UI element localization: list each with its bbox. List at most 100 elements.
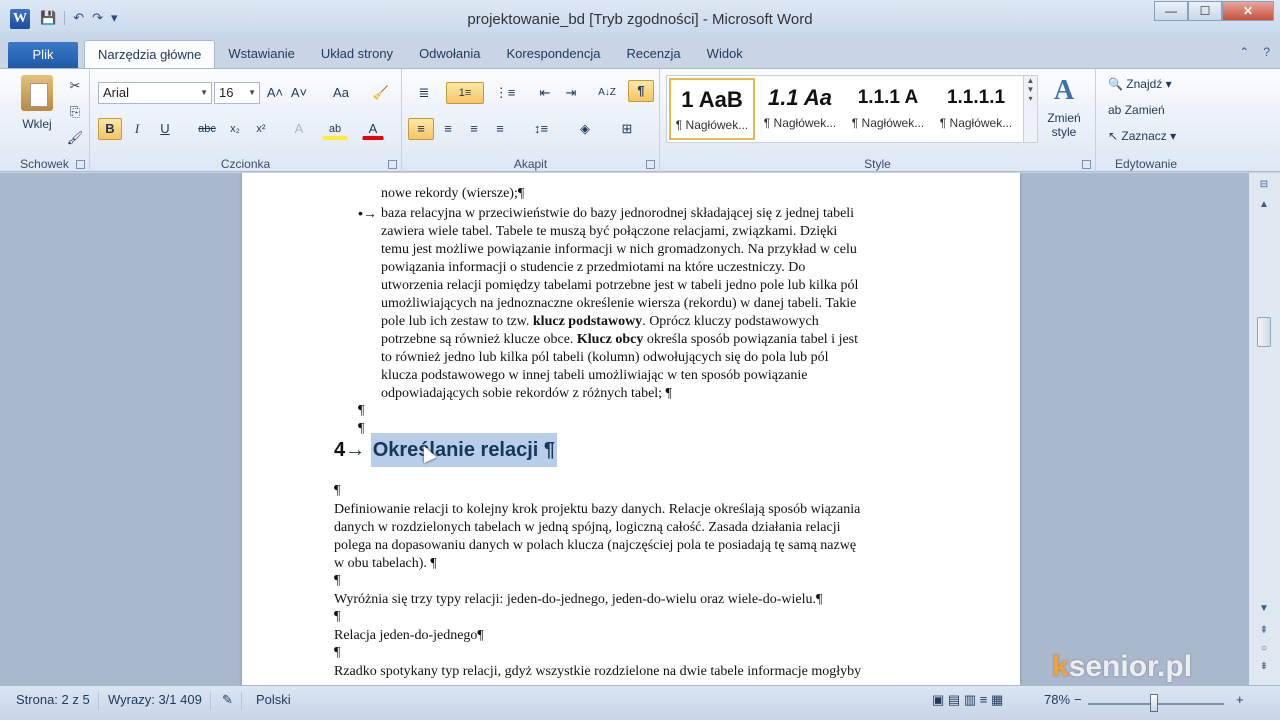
style-heading-1[interactable]: 1 AaB ¶ Nagłówek...	[669, 78, 755, 140]
justify-button[interactable]: ≡	[488, 118, 512, 140]
line-spacing-button[interactable]: ↕≡	[526, 118, 556, 140]
text-run: pole lub ich zestaw to tzw.	[381, 314, 530, 329]
font-size-combo[interactable]: 16 ▼	[214, 82, 260, 104]
replace-button[interactable]: ab Zamień	[1108, 103, 1165, 117]
window-controls: — ☐ ✕	[1154, 1, 1274, 21]
proofing-icon[interactable]: ✎	[214, 692, 242, 710]
minimize-ribbon-icon[interactable]: ⌃	[1239, 45, 1249, 59]
vertical-scrollbar[interactable]: ⊟ ▲ ▼ ⇞ ○ ⇟	[1248, 173, 1280, 685]
align-left-button[interactable]: ≡	[408, 118, 434, 140]
paragraph-launcher-icon[interactable]	[646, 160, 655, 169]
styles-group-label: Style	[864, 157, 891, 171]
browse-object-icon[interactable]: ○	[1257, 643, 1271, 655]
styles-gallery-scroll[interactable]: ▲ ▼ ▾	[1023, 76, 1037, 142]
style-heading-2[interactable]: 1.1 Aa ¶ Nagłówek...	[757, 78, 843, 140]
shrink-font-button[interactable]: A˅	[288, 82, 310, 104]
scroll-up-icon[interactable]: ▲	[1257, 199, 1271, 211]
pilcrow: ¶	[334, 573, 341, 588]
font-size-value: 16	[219, 85, 234, 100]
shading-button[interactable]: ◈	[570, 118, 600, 140]
doc-line: danych w rozdzielonych tabelach w jedną …	[334, 520, 841, 535]
doc-line: umożliwiających na jednoznaczne określen…	[381, 296, 857, 311]
clear-formatting-icon[interactable]: 🧹	[370, 82, 392, 104]
grow-font-button[interactable]: A˄	[264, 82, 286, 104]
numbering-button[interactable]: 1≡	[446, 82, 484, 104]
find-label: Znajdź	[1126, 77, 1163, 91]
scrollbar-thumb[interactable]	[1257, 317, 1271, 347]
help-icon[interactable]: ?	[1263, 45, 1270, 59]
sort-button[interactable]: A↓Z	[594, 82, 620, 104]
close-button[interactable]: ✕	[1222, 1, 1274, 21]
tab-home[interactable]: Narzędzia główne	[84, 40, 216, 68]
zoom-in-icon[interactable]: +	[1228, 692, 1252, 710]
strikethrough-button[interactable]: abc	[194, 118, 220, 140]
doc-line: polega na dopasowaniu danych w polach kl…	[334, 538, 857, 553]
language-indicator[interactable]: Polski	[248, 692, 299, 710]
borders-button[interactable]: ⊞	[612, 118, 642, 140]
next-page-icon[interactable]: ⇟	[1257, 661, 1271, 673]
find-button[interactable]: 🔍 Znajdź ▾	[1108, 77, 1172, 91]
tab-file[interactable]: Plik	[8, 42, 78, 68]
tab-view[interactable]: Widok	[694, 40, 756, 68]
replace-label: Zamień	[1124, 103, 1165, 117]
ruler-toggle-icon[interactable]: ⊟	[1257, 179, 1271, 191]
paste-button[interactable]: Wklej	[12, 75, 62, 131]
font-color-button[interactable]: A	[362, 118, 384, 140]
tab-insert[interactable]: Wstawianie	[215, 40, 307, 68]
style-name: ¶ Nagłówek...	[851, 116, 925, 130]
clipboard-launcher-icon[interactable]	[76, 160, 85, 169]
text-effects-button[interactable]: A	[288, 118, 310, 140]
font-name-combo[interactable]: Arial ▼	[98, 82, 212, 104]
scroll-down-icon[interactable]: ▼	[1257, 603, 1271, 615]
maximize-button[interactable]: ☐	[1188, 1, 1222, 21]
change-styles-button[interactable]: A Zmień style	[1036, 75, 1092, 139]
bold-term: Klucz obcy	[576, 332, 644, 347]
group-font: Arial ▼ 16 ▼ A˄ A˅ Aa 🧹 B I U abc x₂ x² A …	[90, 69, 402, 173]
zoom-slider-thumb[interactable]	[1150, 694, 1158, 712]
previous-page-icon[interactable]: ⇞	[1257, 625, 1271, 637]
doc-line: pole lub ich zestaw to tzw. klucz podsta…	[381, 313, 931, 331]
tab-references[interactable]: Odwołania	[406, 40, 493, 68]
web-layout-view-icon[interactable]: ▥	[964, 692, 976, 707]
word-count[interactable]: Wyrazy: 3/1 409	[100, 692, 211, 710]
cut-icon[interactable]: ✂	[64, 75, 86, 97]
tab-page-layout[interactable]: Układ strony	[308, 40, 406, 68]
tab-mailings[interactable]: Korespondencja	[494, 40, 614, 68]
styles-launcher-icon[interactable]	[1082, 160, 1091, 169]
style-heading-4[interactable]: 1.1.1.1 ¶ Nagłówek...	[933, 78, 1019, 140]
superscript-button[interactable]: x²	[250, 118, 272, 140]
zoom-out-icon[interactable]: −	[1066, 692, 1090, 710]
highlight-button[interactable]: ab	[322, 118, 348, 140]
underline-button[interactable]: U	[154, 118, 176, 140]
bullets-button[interactable]: ≣	[410, 82, 438, 104]
style-heading-3[interactable]: 1.1.1 A ¶ Nagłówek...	[845, 78, 931, 140]
font-launcher-icon[interactable]	[388, 160, 397, 169]
show-formatting-marks-button[interactable]: ¶	[628, 80, 654, 102]
increase-indent-button[interactable]: ⇥	[560, 82, 582, 104]
pilcrow: ¶	[358, 403, 365, 418]
multilevel-list-button[interactable]: ⋮≡	[490, 82, 520, 104]
document-page[interactable]: nowe rekordy (wiersze);¶ •→ baza relacyj…	[242, 173, 1020, 685]
decrease-indent-button[interactable]: ⇤	[534, 82, 556, 104]
center-button[interactable]: ≡	[436, 118, 460, 140]
pilcrow: ¶	[358, 421, 365, 436]
page-indicator[interactable]: Strona: 2 z 5	[8, 692, 99, 710]
change-case-button[interactable]: Aa	[326, 82, 356, 104]
full-screen-reading-view-icon[interactable]: ▤	[948, 692, 960, 707]
select-button[interactable]: ↖ Zaznacz ▾	[1108, 129, 1176, 143]
format-painter-icon[interactable]: 🖌	[64, 127, 86, 149]
doc-line: Definiowanie relacji to kolejny krok pro…	[334, 502, 861, 517]
align-right-button[interactable]: ≡	[462, 118, 486, 140]
doc-line: to również jedno lub kilka pól tabeli (k…	[381, 350, 829, 365]
draft-view-icon[interactable]: ▦	[991, 692, 1003, 707]
outline-view-icon[interactable]: ≡	[980, 692, 988, 707]
text-run: określa sposób powiązania tabel i jest	[646, 332, 859, 347]
print-layout-view-icon[interactable]: ▣	[932, 692, 944, 707]
tab-review[interactable]: Recenzja	[613, 40, 693, 68]
heading-text-selected[interactable]: Określanie relacji ¶	[370, 433, 558, 467]
copy-icon[interactable]: ⎘	[64, 101, 86, 123]
subscript-button[interactable]: x₂	[224, 118, 246, 140]
italic-button[interactable]: I	[126, 118, 148, 140]
bold-button[interactable]: B	[98, 118, 122, 140]
minimize-button[interactable]: —	[1154, 1, 1188, 21]
